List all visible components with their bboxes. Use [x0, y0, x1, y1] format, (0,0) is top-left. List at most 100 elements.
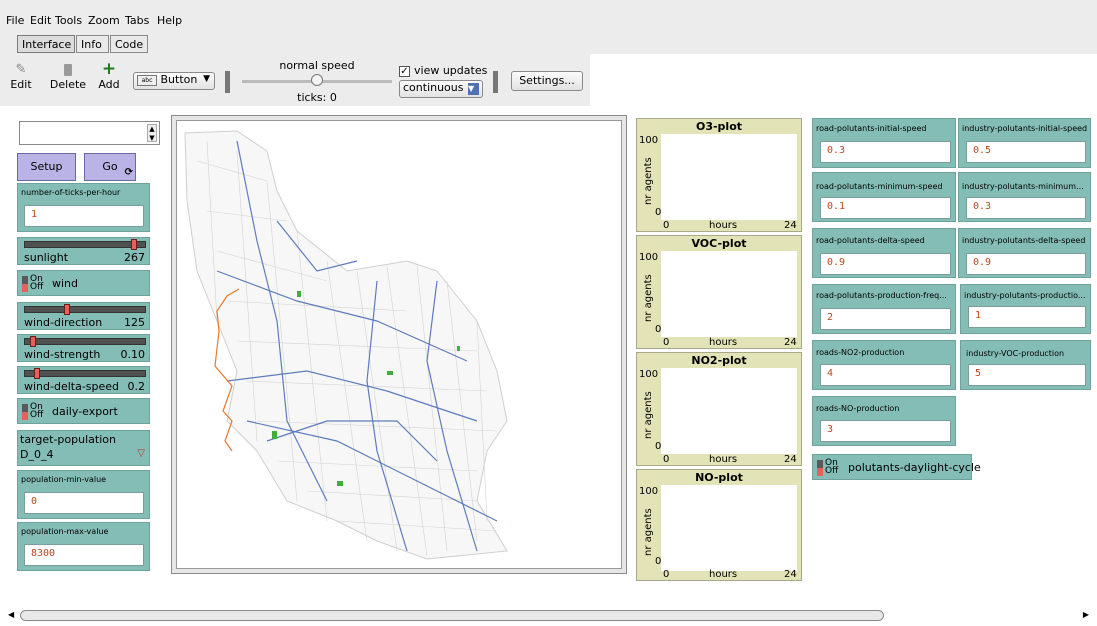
- tab-code[interactable]: Code: [110, 35, 148, 53]
- input-value[interactable]: 0.9: [966, 253, 1086, 275]
- slider-thumb[interactable]: [34, 368, 40, 379]
- input-value[interactable]: 1: [968, 306, 1086, 328]
- input-value[interactable]: 0: [24, 492, 144, 514]
- map-canvas[interactable]: [176, 120, 622, 569]
- scroll-left-icon[interactable]: ◀: [8, 610, 14, 619]
- input-label: population-max-value: [21, 527, 109, 536]
- input-label: industry-VOC-production: [966, 349, 1065, 358]
- plot-area: [661, 134, 797, 220]
- slider-thumb[interactable]: [30, 336, 36, 347]
- menu-file[interactable]: File: [6, 14, 24, 27]
- world-view[interactable]: [171, 115, 627, 574]
- chooser-label: target-population: [20, 433, 116, 446]
- input-value[interactable]: 3: [820, 420, 951, 442]
- tab-info[interactable]: Info: [76, 35, 109, 53]
- input-road-production-freq: road-polutants-production-freq... 2: [812, 284, 956, 334]
- switch-daylight-cycle[interactable]: On Off polutants-daylight-cycle: [812, 454, 981, 480]
- plot-area: [661, 368, 797, 454]
- input-value[interactable]: 5: [968, 364, 1086, 386]
- input-value[interactable]: 0.9: [820, 253, 951, 275]
- chooser-value[interactable]: D_0_4: [20, 448, 53, 461]
- input-value[interactable]: 0.3: [966, 197, 1086, 219]
- slider-value: 0.10: [120, 348, 146, 361]
- input-value[interactable]: 4: [820, 364, 951, 386]
- settings-button[interactable]: Settings...: [511, 71, 583, 91]
- input-label: population-min-value: [21, 475, 107, 484]
- slider-track[interactable]: [24, 338, 146, 345]
- switch-daily-export[interactable]: On Off daily-export: [17, 398, 150, 424]
- chooser-arrow-icon[interactable]: ▽: [137, 448, 145, 459]
- chooser-target-population[interactable]: target-population D_0_4 ▽: [17, 430, 150, 466]
- update-mode-select[interactable]: continuous ▼: [399, 80, 483, 98]
- input-label: industry-polutants-initial-speed: [962, 124, 1088, 133]
- plot-ymin: 0: [655, 324, 662, 335]
- menu-help[interactable]: Help: [157, 14, 182, 27]
- slider-label: wind-delta-speed: [24, 380, 120, 393]
- input-value[interactable]: 0.3: [820, 141, 951, 163]
- input-label: number-of-ticks-per-hour: [21, 188, 121, 197]
- input-value[interactable]: 0.5: [966, 141, 1086, 163]
- input-population-max: population-max-value 8300: [17, 522, 150, 571]
- go-button[interactable]: Go ⟳: [84, 153, 136, 181]
- slider-value: 267: [124, 251, 145, 264]
- horizontal-scrollbar[interactable]: ◀ ▶: [8, 610, 1089, 621]
- switch-toggle-icon[interactable]: On Off: [22, 402, 46, 421]
- slider-track[interactable]: [24, 370, 146, 377]
- menu-zoom[interactable]: Zoom: [88, 14, 120, 27]
- plot-ymin: 0: [655, 441, 662, 452]
- view-updates-label: view updates: [414, 64, 488, 77]
- input-value[interactable]: 0.1: [820, 197, 951, 219]
- button-widget-icon: abc: [137, 74, 157, 86]
- setup-button[interactable]: Setup: [17, 153, 76, 181]
- plus-icon: +: [101, 59, 117, 79]
- widget-type-dropdown[interactable]: abc Button ▼: [133, 72, 215, 90]
- scrollbar-thumb[interactable]: [20, 610, 884, 621]
- slider-wind-strength[interactable]: wind-strength 0.10: [17, 334, 150, 362]
- slider-wind-delta-speed[interactable]: wind-delta-speed 0.2: [17, 366, 150, 394]
- plot-ymax: 100: [639, 486, 659, 497]
- menu-tools[interactable]: Tools: [55, 14, 82, 27]
- pencil-icon: ✎: [15, 62, 27, 77]
- speed-slider-knob[interactable]: [311, 74, 323, 86]
- slider-thumb[interactable]: [64, 304, 70, 315]
- plot-area: [661, 485, 797, 571]
- edit-tool[interactable]: ✎ Edit: [8, 62, 34, 91]
- switch-label: wind: [52, 277, 79, 290]
- input-label: road-polutants-minimum-speed: [816, 182, 943, 191]
- menu-edit[interactable]: Edit: [30, 14, 51, 27]
- tab-interface[interactable]: Interface: [17, 35, 75, 53]
- switch-wind[interactable]: On Off wind: [17, 270, 150, 296]
- view-updates-checkbox[interactable]: ✓: [399, 66, 410, 77]
- input-value[interactable]: 2: [820, 308, 951, 330]
- slider-wind-direction[interactable]: wind-direction 125: [17, 302, 150, 330]
- plot-xmax: 24: [784, 569, 797, 580]
- toolbar-blank: [590, 54, 1097, 106]
- add-tool[interactable]: + Add: [96, 60, 122, 91]
- slider-thumb[interactable]: [131, 239, 137, 250]
- input-industry-production-freq: industry-polutants-productio... 1: [960, 284, 1091, 334]
- plot-ymin: 0: [655, 207, 662, 218]
- command-input[interactable]: [19, 121, 160, 145]
- switch-toggle-icon[interactable]: On Off: [22, 274, 46, 293]
- switch-label: polutants-daylight-cycle: [848, 461, 981, 474]
- delete-tool[interactable]: Delete: [48, 62, 88, 91]
- slider-label: sunlight: [24, 251, 69, 264]
- plot-xmax: 24: [784, 454, 797, 465]
- input-road-minimum-speed: road-polutants-minimum-speed 0.1: [812, 172, 956, 222]
- add-label: Add: [98, 78, 120, 91]
- input-value[interactable]: 8300: [24, 544, 144, 566]
- slider-track[interactable]: [24, 241, 146, 248]
- slider-label: wind-direction: [24, 316, 103, 329]
- switch-toggle-icon[interactable]: On Off: [817, 458, 841, 477]
- tab-bar: Interface Info Code: [0, 30, 1097, 54]
- plot-xmin: 0: [663, 454, 670, 465]
- spinner-icon[interactable]: ▲ ▼: [147, 124, 157, 142]
- scroll-right-icon[interactable]: ▶: [1083, 610, 1089, 619]
- slider-track[interactable]: [24, 306, 146, 313]
- input-label: industry-polutants-productio...: [964, 291, 1086, 300]
- input-value[interactable]: 1: [24, 205, 144, 227]
- slider-sunlight[interactable]: sunlight 267: [17, 237, 150, 265]
- menu-tabs[interactable]: Tabs: [125, 14, 149, 27]
- input-label: road-polutants-production-freq...: [816, 291, 947, 300]
- plot-ymax: 100: [639, 135, 659, 146]
